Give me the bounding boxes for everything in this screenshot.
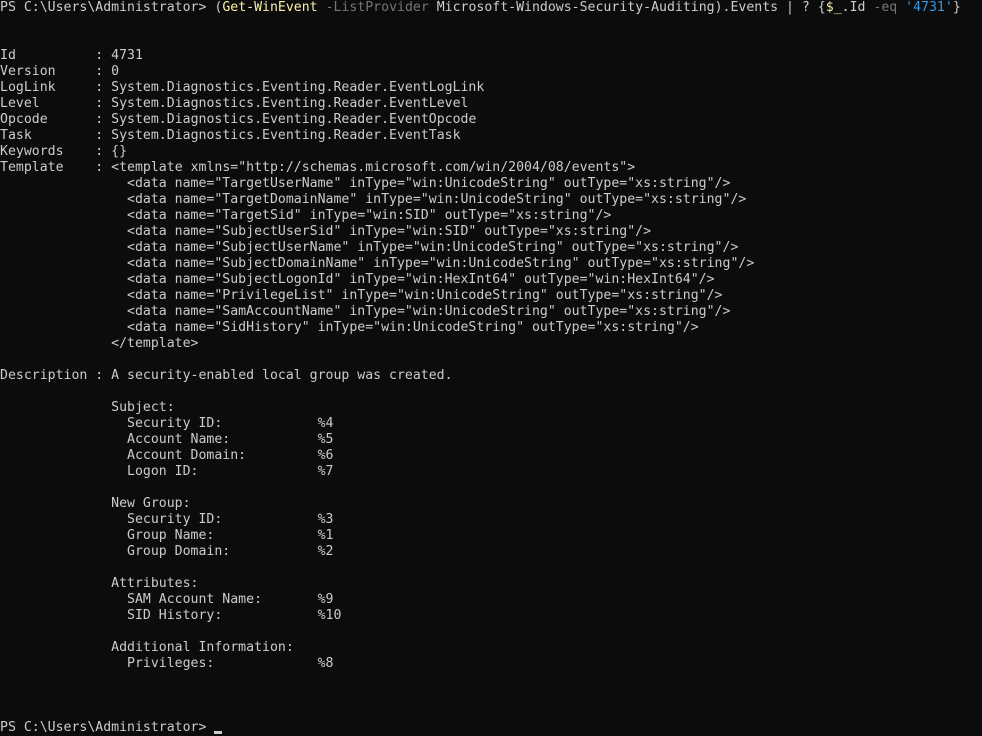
description-body-line: Group Name: %1 xyxy=(0,528,334,543)
description-body-line xyxy=(0,384,982,400)
description-body-line: Attributes: xyxy=(0,576,199,591)
event-properties: Id : 4731 Version : 0 LogLink : System.Dia… xyxy=(0,48,982,176)
template-line: <data name="PrivilegeList" inType="win:U… xyxy=(0,288,723,303)
template-line: <data name="TargetSid" inType="win:SID" … xyxy=(0,208,612,223)
property-separator: : xyxy=(47,112,112,127)
property-value: 4731 xyxy=(111,48,143,63)
property-key: Level xyxy=(0,96,40,111)
description-body-line: Security ID: %4 xyxy=(0,416,334,431)
description-body-line: Group Domain: %2 xyxy=(0,544,334,559)
property-value: <template xmlns="http://schemas.microsof… xyxy=(111,160,636,175)
property-key: Task xyxy=(0,128,32,143)
template-line: </template> xyxy=(0,336,199,351)
property-row: LogLink : System.Diagnostics.Eventing.Re… xyxy=(0,80,982,96)
property-separator: : xyxy=(39,96,112,111)
property-key: Opcode xyxy=(0,112,48,127)
property-separator: : xyxy=(55,80,112,95)
text-cursor xyxy=(214,731,223,734)
final-prompt-line[interactable]: PS C:\Users\Administrator> xyxy=(0,720,982,736)
property-key: Keywords xyxy=(0,144,64,159)
prompt-text: PS C:\Users\Administrator> xyxy=(0,0,215,15)
property-value: System.Diagnostics.Eventing.Reader.Event… xyxy=(111,80,485,95)
description-value: A security-enabled local group was creat… xyxy=(111,368,453,383)
property-value: System.Diagnostics.Eventing.Reader.Event… xyxy=(111,128,461,143)
description-body-line: Account Domain: %6 xyxy=(0,448,334,463)
description-body: Subject: Security ID: %4 Account Name: %… xyxy=(0,384,982,672)
description-key: Description : xyxy=(0,368,112,383)
template-line: <data name="SamAccountName" inType="win:… xyxy=(0,304,731,319)
close-brace: } xyxy=(952,0,961,15)
template-line: <data name="TargetDomainName" inType="wi… xyxy=(0,192,747,207)
property-value: System.Diagnostics.Eventing.Reader.Event… xyxy=(111,112,477,127)
description-body-line xyxy=(0,624,982,640)
template-line: <data name="SubjectUserSid" inType="win:… xyxy=(0,224,652,239)
property-value: 0 xyxy=(111,64,120,79)
property-value: {} xyxy=(111,144,128,159)
property-value: System.Diagnostics.Eventing.Reader.Event… xyxy=(111,96,469,111)
description-body-line: New Group: xyxy=(0,496,191,511)
property-row: Task : System.Diagnostics.Eventing.Reade… xyxy=(0,128,982,144)
template-line: <data name="SubjectUserName" inType="win… xyxy=(0,240,739,255)
command-line: PS C:\Users\Administrator> (Get-WinEvent… xyxy=(0,0,982,16)
property-separator: : xyxy=(31,128,112,143)
template-line: <data name="SubjectLogonId" inType="win:… xyxy=(0,272,715,287)
property-key: Template xyxy=(0,160,64,175)
template-line: <data name="TargetUserName" inType="win:… xyxy=(0,176,731,191)
eq-operator: -eq xyxy=(865,0,898,15)
template-line: <data name="SidHistory" inType="win:Unic… xyxy=(0,320,699,335)
description-body-line: Subject: xyxy=(0,400,175,415)
pipeline-text: ).Events | ? { xyxy=(714,0,826,15)
provider-name: Microsoft-Windows-Security-Auditing xyxy=(428,0,715,15)
description-body-line: Security ID: %3 xyxy=(0,512,334,527)
property-row: Template : <template xmlns="http://schem… xyxy=(0,160,982,176)
description-body-line: Additional Information: xyxy=(0,640,294,655)
description-line: Description : A security-enabled local g… xyxy=(0,368,982,384)
property-row: Opcode : System.Diagnostics.Eventing.Rea… xyxy=(0,112,982,128)
property-separator: : xyxy=(63,144,112,159)
property-separator: : xyxy=(55,64,112,79)
description-body-line: SAM Account Name: %9 xyxy=(0,592,334,607)
cmdlet-name: Get-WinEvent xyxy=(222,0,318,15)
description-body-line: SID History: %10 xyxy=(0,608,342,623)
final-prompt: PS C:\Users\Administrator> xyxy=(0,720,215,735)
property-separator: : xyxy=(63,160,112,175)
description-body-line xyxy=(0,560,982,576)
property-separator: : xyxy=(15,48,112,63)
description-body-line xyxy=(0,480,982,496)
property-row: Keywords : {} xyxy=(0,144,982,160)
powershell-console[interactable]: PS C:\Users\Administrator> (Get-WinEvent… xyxy=(0,0,982,736)
filter-value: '4731' xyxy=(897,0,953,15)
property-access: .Id xyxy=(841,0,866,15)
description-body-line: Logon ID: %7 xyxy=(0,464,334,479)
property-key: LogLink xyxy=(0,80,56,95)
template-lines: <data name="TargetUserName" inType="win:… xyxy=(0,176,982,352)
description-body-line: Privileges: %8 xyxy=(0,656,334,671)
property-key: Id xyxy=(0,48,16,63)
pipeline-variable: $_ xyxy=(825,0,842,15)
property-row: Id : 4731 xyxy=(0,48,982,64)
parameter-name: -ListProvider xyxy=(317,0,429,15)
property-key: Version xyxy=(0,64,56,79)
property-row: Level : System.Diagnostics.Eventing.Read… xyxy=(0,96,982,112)
template-line: <data name="SubjectDomainName" inType="w… xyxy=(0,256,755,271)
description-body-line: Account Name: %5 xyxy=(0,432,334,447)
property-row: Version : 0 xyxy=(0,64,982,80)
